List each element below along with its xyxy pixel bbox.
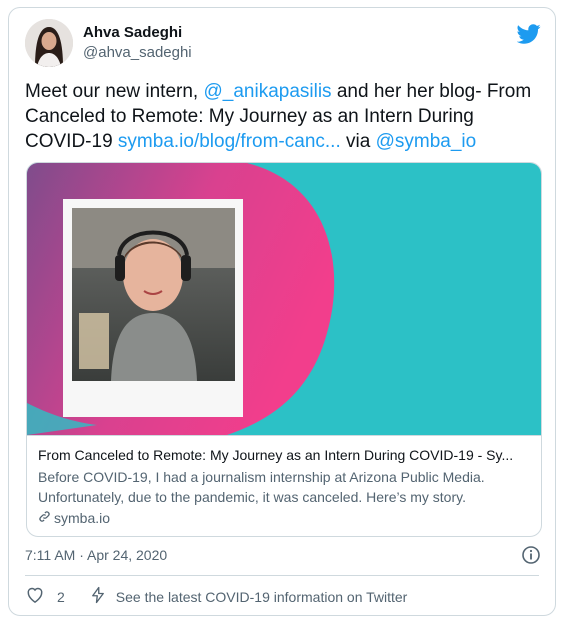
author-name[interactable]: Ahva Sadeghi bbox=[83, 24, 182, 42]
tweet-timestamp[interactable]: 7:11 AM · Apr 24, 2020 bbox=[25, 546, 167, 564]
author-handle[interactable]: @ahva_sadeghi bbox=[83, 44, 192, 62]
tweet-card[interactable]: Ahva Sadeghi @ahva_sadeghi Meet our new … bbox=[8, 7, 556, 616]
twitter-bird-icon[interactable] bbox=[516, 22, 541, 46]
blog-url-link[interactable]: symba.io/blog/from-canc... bbox=[118, 131, 341, 152]
card-image[interactable] bbox=[27, 163, 541, 435]
card-description: Before COVID-19, I had a journalism inte… bbox=[38, 469, 485, 505]
divider bbox=[25, 575, 539, 576]
tweet-actions: 2 See the latest COVID-19 information on… bbox=[25, 585, 408, 610]
card-domain: symba.io bbox=[38, 508, 541, 528]
tweet-text: Meet our new intern, @_anikapasilis and … bbox=[25, 79, 541, 154]
tweet-text-part: Meet our new intern, bbox=[25, 81, 204, 102]
link-icon bbox=[38, 508, 51, 528]
card-info[interactable]: From Canceled to Remote: My Journey as a… bbox=[27, 435, 541, 536]
tweet-text-part: via bbox=[340, 131, 376, 152]
avatar[interactable] bbox=[25, 19, 73, 67]
card-title: From Canceled to Remote: My Journey as a… bbox=[38, 447, 514, 463]
like-count[interactable]: 2 bbox=[57, 587, 65, 607]
covid-info-link[interactable]: See the latest COVID-19 information on T… bbox=[116, 587, 408, 607]
mention-symba-io[interactable]: @symba_io bbox=[376, 131, 477, 152]
card-domain-text: symba.io bbox=[54, 510, 111, 526]
mention-anikapasilis[interactable]: @_anikapasilis bbox=[203, 81, 331, 102]
link-preview-card[interactable]: From Canceled to Remote: My Journey as a… bbox=[26, 162, 542, 537]
info-icon[interactable] bbox=[521, 545, 541, 565]
lightning-icon bbox=[89, 585, 107, 610]
heart-icon[interactable] bbox=[25, 585, 45, 610]
